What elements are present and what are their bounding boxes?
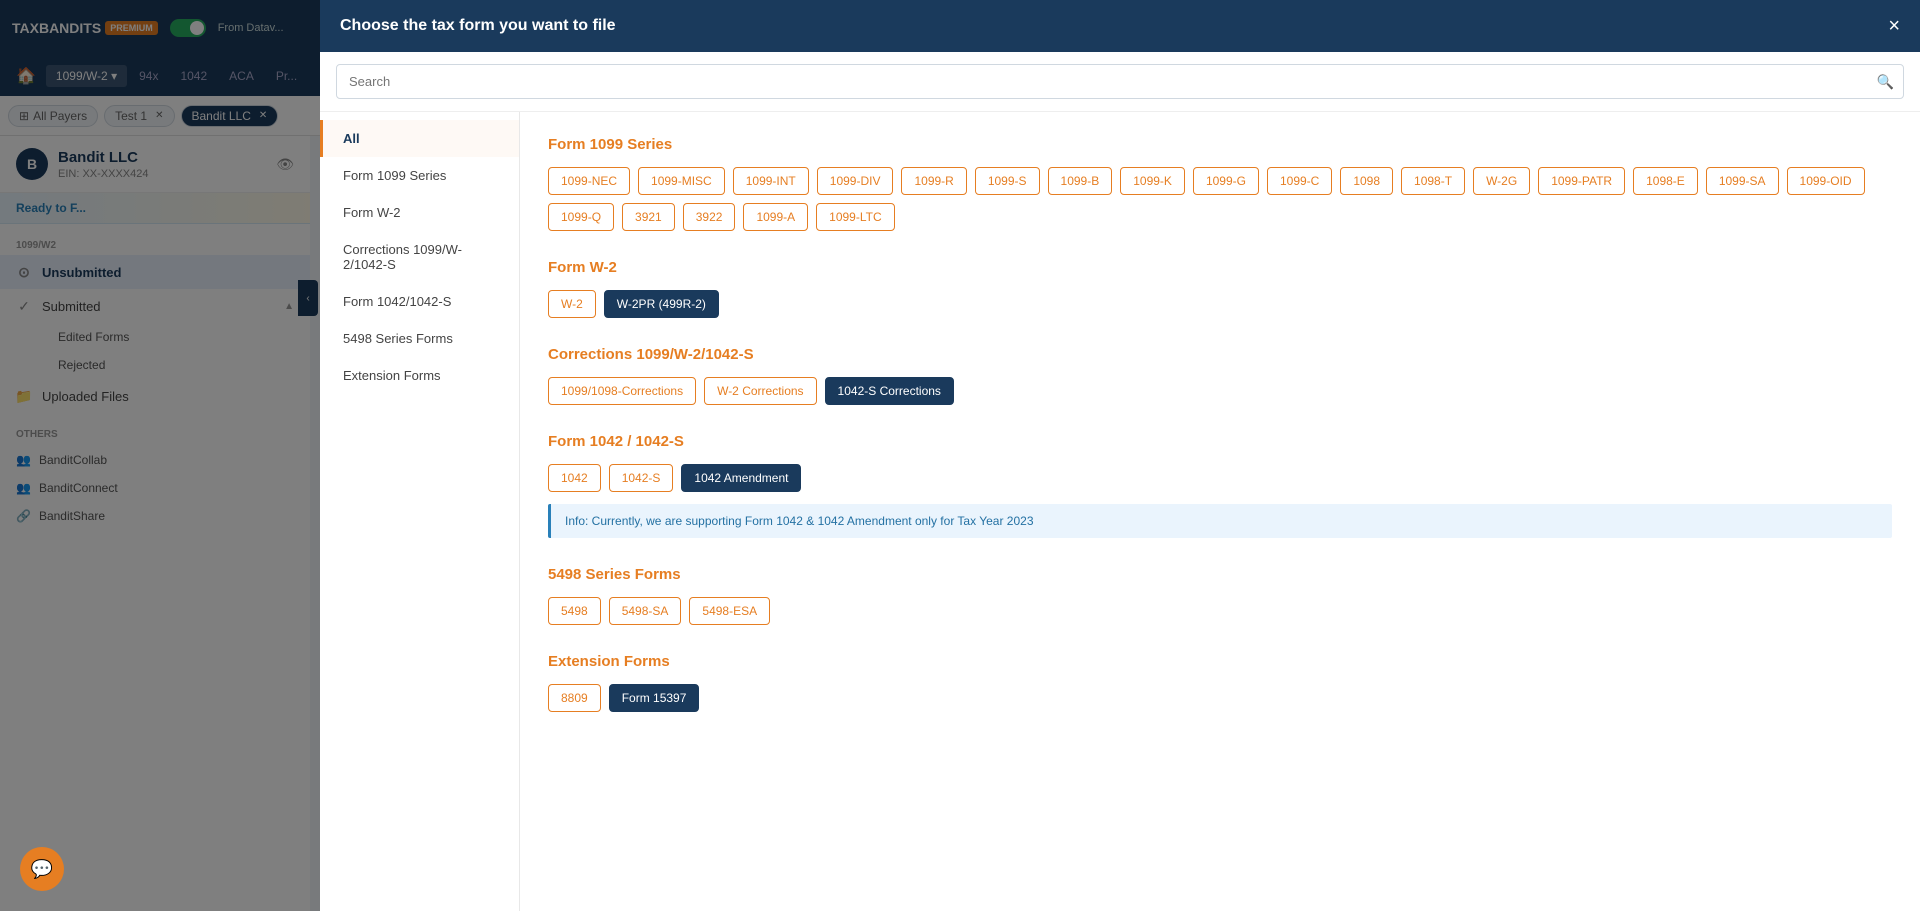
section-form1042: Form 1042 / 1042-S 1042 1042-S1042 Amendme… [548, 433, 1892, 538]
section-title-corrections: Corrections 1099/W-2/1042-S [548, 346, 1892, 363]
form-tag-3921[interactable]: 3921 [622, 203, 675, 231]
form-tag-1099-c[interactable]: 1099-C [1267, 167, 1332, 195]
modal-nav-w2[interactable]: Form W-2 [320, 194, 519, 231]
form-tag-1099-ltc[interactable]: 1099-LTC [816, 203, 894, 231]
form-tag-5498-esa[interactable]: 5498-ESA [689, 597, 770, 625]
section-5498: 5498 Series Forms 5498 5498-SA5498-ESA [548, 566, 1892, 625]
form-tag-1099-sa[interactable]: 1099-SA [1706, 167, 1779, 195]
choose-form-modal: Choose the tax form you want to file × 🔍… [320, 0, 1920, 911]
form-tag-1099-a[interactable]: 1099-A [743, 203, 808, 231]
section-title-form1099: Form 1099 Series [548, 136, 1892, 153]
form-tag-1099-q[interactable]: 1099-Q [548, 203, 614, 231]
section-extension: Extension Forms 8809 Form 15397 [548, 653, 1892, 712]
form-tag-5498-sa[interactable]: 5498-SA [609, 597, 682, 625]
modal-body: All Form 1099 Series Form W-2 Correction… [320, 112, 1920, 911]
section-form1099: Form 1099 Series 1099-NEC 1099-MISC 1099-IN… [548, 136, 1892, 231]
modal-title: Choose the tax form you want to file [340, 17, 616, 35]
form-tag-1099-1098-corrections[interactable]: 1099/1098-Corrections [548, 377, 696, 405]
modal-nav-extension[interactable]: Extension Forms [320, 357, 519, 394]
chat-bubble[interactable]: 💬 [20, 847, 64, 891]
form-tag-1098-t[interactable]: 1098-T [1401, 167, 1465, 195]
form-tags-form1099: 1099-NEC1099-MISC1099-INT1099-DIV1099-R1… [548, 167, 1892, 231]
modal-nav-corrections[interactable]: Corrections 1099/W-2/1042-S [320, 231, 519, 283]
form-tags-form1042: 1042 1042-S1042 Amendment [548, 464, 1892, 492]
section-title-5498: 5498 Series Forms [548, 566, 1892, 583]
form-tag-1099-k[interactable]: 1099-K [1120, 167, 1185, 195]
modal-header: Choose the tax form you want to file × [320, 0, 1920, 52]
form-tag-1042-s-corrections[interactable]: 1042-S Corrections [825, 377, 954, 405]
section-title-form1042: Form 1042 / 1042-S [548, 433, 1892, 450]
form-tag-1099-s[interactable]: 1099-S [975, 167, 1040, 195]
modal-nav-all[interactable]: All [320, 120, 519, 157]
form-tag-1099-oid[interactable]: 1099-OID [1787, 167, 1865, 195]
form-tag-3922[interactable]: 3922 [683, 203, 736, 231]
form-tag-1098[interactable]: 1098 [1340, 167, 1393, 195]
form-tag-1098-e[interactable]: 1098-E [1633, 167, 1698, 195]
search-icon: 🔍 [1877, 73, 1894, 90]
form-tag-1099-div[interactable]: 1099-DIV [817, 167, 894, 195]
modal-main-content: Form 1099 Series 1099-NEC 1099-MISC 1099-IN… [520, 112, 1920, 911]
form-tags-extension: 8809 Form 15397 [548, 684, 1892, 712]
chat-icon: 💬 [31, 859, 53, 880]
form-tag-w-2[interactable]: W-2 [548, 290, 596, 318]
section-title-formW2: Form W-2 [548, 259, 1892, 276]
form-tag-5498[interactable]: 5498 [548, 597, 601, 625]
modal-nav-5498[interactable]: 5498 Series Forms [320, 320, 519, 357]
form-tag-form-15397[interactable]: Form 15397 [609, 684, 700, 712]
form-tag-1099-b[interactable]: 1099-B [1048, 167, 1113, 195]
section-title-extension: Extension Forms [548, 653, 1892, 670]
form-tags-corrections: 1099/1098-Corrections W-2 Corrections 1042… [548, 377, 1892, 405]
form-tag-1099-nec[interactable]: 1099-NEC [548, 167, 630, 195]
form-tag-1099-g[interactable]: 1099-G [1193, 167, 1259, 195]
form-tags-5498: 5498 5498-SA5498-ESA [548, 597, 1892, 625]
modal-search-bar: 🔍 [320, 52, 1920, 112]
form-tag-1099-patr[interactable]: 1099-PATR [1538, 167, 1625, 195]
form-tag-1042-s[interactable]: 1042-S [609, 464, 674, 492]
form-tags-formW2: W-2 W-2PR (499R-2) [548, 290, 1892, 318]
form-tag-w-2pr--499r-2-[interactable]: W-2PR (499R-2) [604, 290, 719, 318]
modal-nav-sidebar: All Form 1099 Series Form W-2 Correction… [320, 112, 520, 911]
form-tag-1042[interactable]: 1042 [548, 464, 601, 492]
section-corrections: Corrections 1099/W-2/1042-S 1099/1098-Cor… [548, 346, 1892, 405]
form-tag-1099-int[interactable]: 1099-INT [733, 167, 809, 195]
section-formW2: Form W-2 W-2 W-2PR (499R-2) [548, 259, 1892, 318]
search-input[interactable] [336, 64, 1904, 99]
form-tag-1099-misc[interactable]: 1099-MISC [638, 167, 725, 195]
modal-nav-1099series[interactable]: Form 1099 Series [320, 157, 519, 194]
form-tag-8809[interactable]: 8809 [548, 684, 601, 712]
info-box-form1042: Info: Currently, we are supporting Form … [548, 504, 1892, 538]
form-tag-1099-r[interactable]: 1099-R [901, 167, 966, 195]
modal-nav-1042[interactable]: Form 1042/1042-S [320, 283, 519, 320]
form-tag-1042-amendment[interactable]: 1042 Amendment [681, 464, 801, 492]
form-tag-w-2g[interactable]: W-2G [1473, 167, 1530, 195]
form-tag-w-2-corrections[interactable]: W-2 Corrections [704, 377, 816, 405]
modal-close-button[interactable]: × [1888, 16, 1900, 36]
